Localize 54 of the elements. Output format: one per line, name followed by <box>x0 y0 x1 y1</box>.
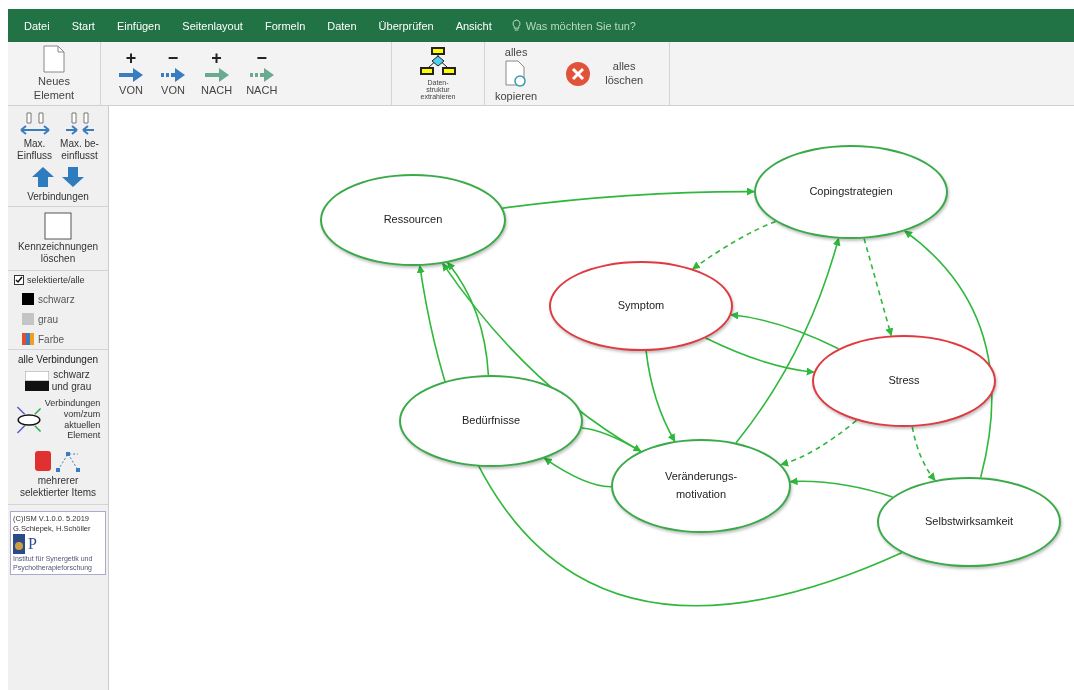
menu-tab[interactable]: Einfügen <box>106 15 171 36</box>
arrow-icon <box>117 66 145 85</box>
menu-tab[interactable]: Formeln <box>254 15 316 36</box>
arrow-filter-button[interactable]: − NACH <box>244 50 280 97</box>
menu-tab[interactable]: Seitenlayout <box>172 15 253 36</box>
display-mode-button[interactable]: schwarz und grau <box>23 368 93 394</box>
lightbulb-icon <box>511 19 521 32</box>
influence-icon <box>18 111 51 137</box>
all-connections-label: alle Verbindungen <box>17 354 99 365</box>
clear-marks-button[interactable]: Kennzeichnungen löschen <box>16 211 100 266</box>
menu-tab[interactable]: Ansicht <box>445 15 502 36</box>
menu-tab[interactable]: Start <box>61 15 105 36</box>
arrow-icon <box>247 66 276 85</box>
blank-square-icon <box>44 212 72 240</box>
copy-all-button[interactable]: alles kopieren <box>491 43 542 104</box>
node-links-icon <box>15 404 42 435</box>
max-influenced-button[interactable]: Max. be- einflusst <box>59 110 100 163</box>
selected-all-option[interactable]: selektierte/alle <box>14 275 85 285</box>
copy-document-icon <box>505 59 528 88</box>
arrow-filter-button[interactable]: + VON <box>115 50 147 97</box>
graph-node[interactable]: Bedürfnisse <box>399 375 583 467</box>
arrow-icon <box>202 66 231 85</box>
graph-node[interactable]: Veränderungs- motivation <box>611 439 791 533</box>
influenced-icon <box>63 111 96 137</box>
menu-tab[interactable]: Daten <box>317 15 367 36</box>
graph-node[interactable]: Selbstwirksamkeit <box>877 477 1061 567</box>
arrow-down-icon[interactable] <box>61 166 85 188</box>
arrow-filter-button[interactable]: + NACH <box>199 50 235 97</box>
menu-tab[interactable]: Datei <box>14 15 60 36</box>
arrow-up-icon[interactable] <box>31 166 55 188</box>
max-influence-button[interactable]: Max. Einfluss <box>16 110 54 163</box>
split-square-icon <box>24 371 49 391</box>
current-links-button[interactable]: Verbindungen vom/zum aktuellen Element <box>14 397 102 443</box>
new-element-button[interactable]: Neues Element <box>29 43 79 104</box>
delete-all-button[interactable]: alles löschen <box>561 58 648 89</box>
logo-letter: P <box>28 535 37 554</box>
color-mode-button[interactable]: Farbe <box>14 333 65 345</box>
multi-select-button[interactable]: mehrerer selektierter Items <box>18 445 98 501</box>
connections-label: Verbindungen <box>27 191 89 202</box>
color-mode-button[interactable]: schwarz <box>14 293 75 305</box>
graph-node[interactable]: Ressourcen <box>320 174 506 266</box>
document-icon <box>43 45 65 74</box>
tell-me-field[interactable]: Was möchten Sie tun? <box>511 18 668 33</box>
hierarchy-icon <box>417 47 459 77</box>
seal-icon <box>13 534 25 555</box>
graph-node[interactable]: Copingstrategien <box>754 145 948 239</box>
graph-node[interactable]: Symptom <box>549 261 733 351</box>
menu-tab[interactable]: Überprüfen <box>368 15 444 36</box>
delete-icon <box>565 60 592 87</box>
graph-node[interactable]: Stress <box>812 335 996 427</box>
arrow-icon <box>159 66 187 85</box>
arrow-filter-button[interactable]: − VON <box>157 50 189 97</box>
checkbox[interactable] <box>14 275 24 285</box>
color-mode-button[interactable]: grau <box>14 313 58 325</box>
